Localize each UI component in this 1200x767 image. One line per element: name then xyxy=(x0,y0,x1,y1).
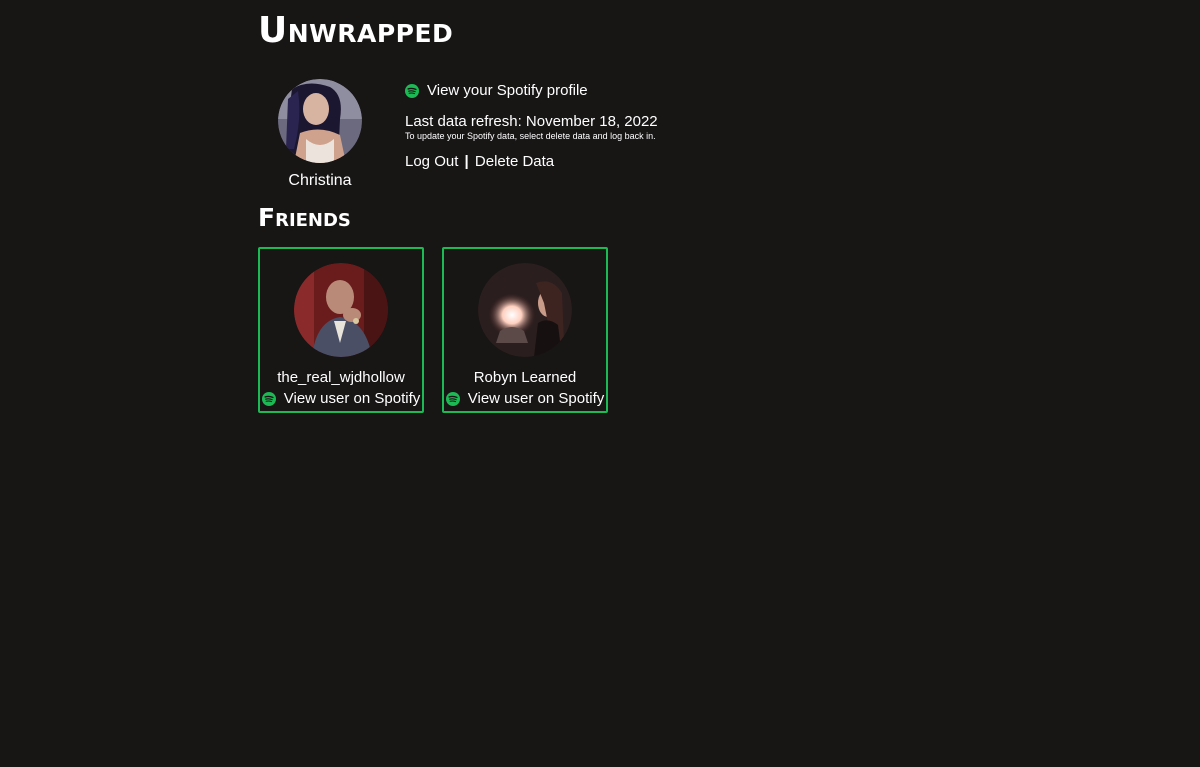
refresh-note: To update your Spotify data, select dele… xyxy=(405,131,656,141)
friend-avatar xyxy=(294,263,388,357)
log-out-link[interactable]: Log Out xyxy=(405,153,458,170)
view-user-on-spotify-link[interactable]: View user on Spotify xyxy=(444,390,606,407)
profile-info: View your Spotify profile Last data refr… xyxy=(405,82,658,170)
view-user-on-spotify-link[interactable]: View user on Spotify xyxy=(260,390,422,407)
app-title: Unwrapped xyxy=(258,10,454,51)
friends-list: the_real_wjdhollow View user on Spotify xyxy=(258,247,608,413)
profile-name: Christina xyxy=(288,172,352,189)
friend-avatar xyxy=(478,263,572,357)
spotify-icon xyxy=(405,83,419,98)
friend-card[interactable]: the_real_wjdhollow View user on Spotify xyxy=(258,247,424,413)
profile-avatar xyxy=(278,79,362,163)
view-spotify-profile-link[interactable]: View your Spotify profile xyxy=(405,82,658,99)
account-actions: Log Out | Delete Data xyxy=(405,153,658,170)
action-separator: | xyxy=(464,153,469,170)
spotify-icon xyxy=(445,391,460,406)
friend-card[interactable]: Robyn Learned View user on Spotify xyxy=(442,247,608,413)
friend-name: the_real_wjdhollow xyxy=(277,369,405,386)
profile-block: Christina xyxy=(268,79,372,190)
view-user-on-spotify-label: View user on Spotify xyxy=(283,390,421,407)
spotify-icon xyxy=(261,391,276,406)
friend-name: Robyn Learned xyxy=(473,369,577,386)
page: Unwrapped Christina View your Spotify pr… xyxy=(0,0,1200,767)
friends-heading: Friends xyxy=(258,203,351,232)
last-refresh-text: Last data refresh: November 18, 2022 xyxy=(405,113,658,130)
view-user-on-spotify-label: View user on Spotify xyxy=(467,390,605,407)
delete-data-link[interactable]: Delete Data xyxy=(475,153,554,170)
view-spotify-profile-label: View your Spotify profile xyxy=(427,82,588,99)
